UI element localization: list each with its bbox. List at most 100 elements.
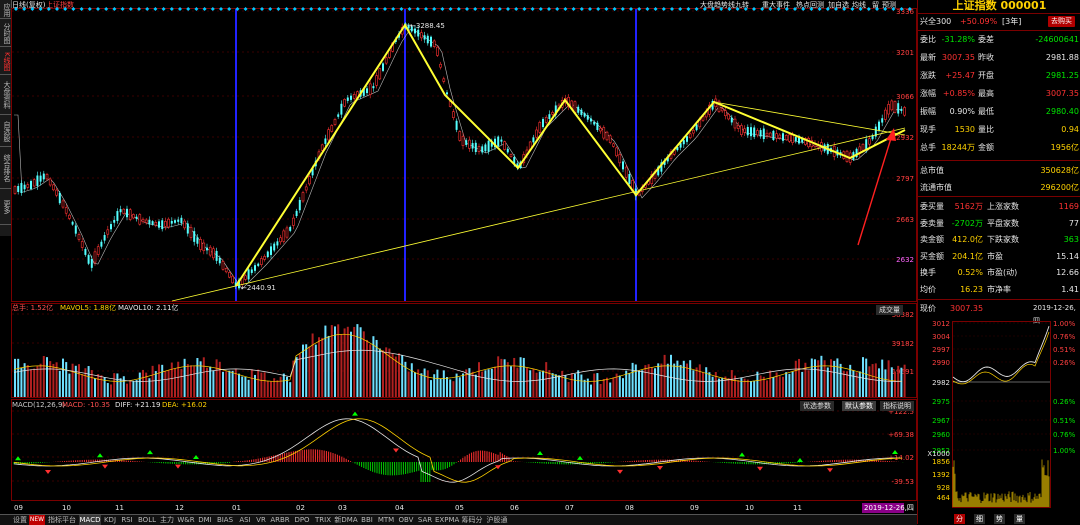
volume-bar: [94, 378, 96, 397]
event-diamond: [563, 7, 568, 11]
event-diamond: [96, 7, 100, 11]
mini-chart-tab[interactable]: 分: [954, 514, 965, 524]
volume-bar: [71, 363, 74, 397]
event-diamond: [579, 7, 584, 11]
stat-value: 2981.88: [1045, 53, 1079, 62]
date-axis-label: 02: [296, 504, 305, 512]
date-axis-label: 07: [565, 504, 574, 512]
event-diamond: [366, 7, 371, 11]
volume-bar: [257, 369, 260, 397]
event-diamond: [702, 7, 707, 11]
buy-button[interactable]: 去购买: [1048, 16, 1075, 27]
volume-bar: [225, 371, 228, 397]
volume-bar: [263, 372, 266, 397]
candle-body: [426, 35, 429, 44]
mini-chart-tab[interactable]: 量: [1014, 514, 1025, 524]
candle-body: [542, 118, 544, 128]
event-diamond: [801, 7, 806, 11]
candle-body: [333, 119, 337, 125]
volume-bar: [318, 337, 320, 397]
sell-signal-arrow: [102, 464, 108, 469]
mini-price-label: 2975: [932, 398, 950, 406]
volume-bar: [590, 384, 592, 397]
event-diamond: [194, 7, 199, 11]
volume-indicator-button[interactable]: 成交量: [876, 305, 903, 315]
candle-body: [465, 140, 468, 145]
candle-body: [778, 134, 782, 139]
volume-bar: [657, 363, 660, 397]
event-diamond: [161, 7, 166, 11]
volume-bar: [366, 339, 368, 397]
candle-body: [730, 117, 733, 123]
stat-label: 市净率: [987, 284, 1011, 294]
candle-body: [64, 207, 68, 214]
candle-body: [42, 173, 45, 180]
volume-bar: [337, 324, 340, 397]
volume-bar: [324, 325, 327, 397]
event-diamond: [153, 7, 158, 11]
default-params-button[interactable]: 默认参数: [842, 401, 876, 411]
mini-chart-tab[interactable]: 势: [994, 514, 1005, 524]
volume-bar: [439, 378, 442, 397]
stat-row: 流通市值 296200亿: [920, 181, 1079, 194]
candle-body: [548, 114, 551, 120]
event-diamond: [399, 7, 404, 11]
volume-legend-item: 总手: 1.52亿: [12, 304, 54, 312]
volume-bar: [529, 370, 532, 397]
stat-value: 296200亿: [1040, 183, 1079, 192]
event-diamond: [547, 7, 551, 11]
intraday-mini-chart[interactable]: 3012300429972990298229752967296029521.00…: [918, 315, 1080, 515]
volume-bar: [314, 344, 317, 397]
candle-body: [260, 258, 263, 265]
volume-bar: [20, 367, 23, 397]
candle-body: [208, 246, 212, 256]
volume-bar: [862, 357, 864, 397]
candle-body: [174, 220, 176, 223]
buy-signal-arrow: [97, 453, 103, 458]
volume-bar: [430, 380, 432, 397]
volume-bar: [641, 370, 644, 397]
event-diamond: [30, 7, 35, 11]
candle-body: [618, 154, 622, 164]
volume-bar: [113, 373, 116, 397]
candle-body: [132, 214, 135, 219]
volume-bar: [535, 372, 538, 397]
stat-row: 卖金额 412.0亿 下跌家数 363: [920, 233, 1079, 246]
candle-body: [484, 144, 487, 152]
candle-body: [77, 234, 81, 240]
volume-bar: [423, 368, 426, 397]
indicator-help-button[interactable]: 指标说明: [880, 401, 914, 411]
candle-body: [148, 219, 151, 225]
candle-body: [279, 237, 282, 243]
event-diamond: [178, 7, 182, 11]
buy-signal-arrow: [577, 455, 583, 460]
volume-bar: [513, 357, 516, 397]
candle-body: [481, 146, 484, 153]
volume-bar: [183, 358, 186, 397]
volume-bar: [708, 372, 711, 397]
optimize-params-button[interactable]: 优选参数: [800, 401, 834, 411]
chart-area[interactable]: 3336 3201 3066 2932 2797 2663 2632 ←3288.45 ←244…: [0, 0, 917, 514]
candle-body: [686, 136, 688, 142]
mini-chart-tab[interactable]: 细: [974, 514, 985, 524]
stat-value: 77: [1068, 218, 1079, 228]
high-price-label: ←3288.45: [410, 22, 445, 30]
candle-body: [532, 137, 535, 143]
volume-bar: [193, 366, 196, 397]
dea-line: [13, 418, 903, 483]
candle-body: [138, 214, 142, 225]
volume-bar: [311, 333, 314, 397]
candle-body: [164, 221, 167, 227]
candle-body: [13, 186, 17, 194]
volume-bar: [852, 370, 855, 397]
volume-bar: [542, 370, 544, 397]
volume-bar: [215, 359, 218, 397]
event-diamond: [120, 7, 125, 11]
volume-bar: [266, 380, 269, 397]
event-diamond: [374, 7, 379, 11]
candle-body: [301, 192, 305, 202]
volume-bar: [126, 383, 128, 397]
candle-body: [743, 128, 746, 133]
candle-body: [615, 147, 618, 157]
candle-body: [337, 114, 340, 117]
